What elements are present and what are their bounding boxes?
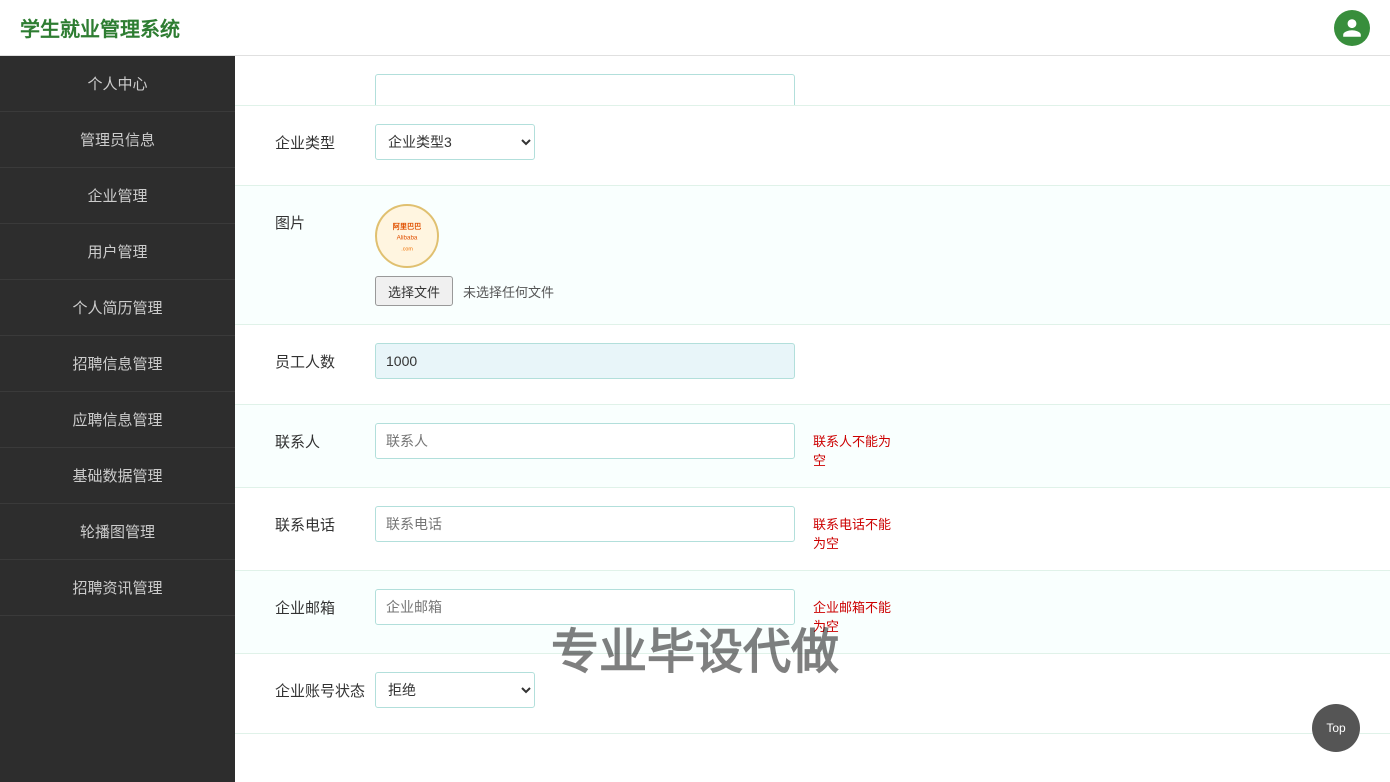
contact-input[interactable] [375,423,795,459]
form-row-partial-top [235,56,1390,106]
form-row-image: 图片 阿里巴巴 Alibaba .com 选择文件 未选择任何 [235,186,1390,325]
svg-text:阿里巴巴: 阿里巴巴 [393,222,422,231]
company-logo: 阿里巴巴 Alibaba .com [375,204,439,268]
partial-top-input[interactable] [375,74,795,106]
account-status-label: 企业账号状态 [275,672,375,701]
sidebar-item-news-management[interactable]: 招聘资讯管理 [0,560,235,616]
layout: 个人中心 管理员信息 企业管理 用户管理 个人简历管理 招聘信息管理 应聘信息管… [0,56,1390,782]
header: 学生就业管理系统 [0,0,1390,56]
file-input-row: 选择文件 未选择任何文件 [375,276,554,306]
svg-text:.com: .com [401,246,413,252]
account-status-select[interactable]: 待审核 通过 拒绝 [375,672,535,708]
sidebar-item-base-data-management[interactable]: 基础数据管理 [0,448,235,504]
form-row-contact: 联系人 联系人不能为空 [235,405,1390,488]
enterprise-type-label: 企业类型 [275,124,375,153]
email-input[interactable] [375,589,795,625]
file-name-text: 未选择任何文件 [463,282,554,301]
sidebar-item-admin-info[interactable]: 管理员信息 [0,112,235,168]
phone-label: 联系电话 [275,506,375,535]
top-button[interactable]: Top [1312,704,1360,752]
employee-count-label: 员工人数 [275,343,375,372]
sidebar-item-enterprise-management[interactable]: 企业管理 [0,168,235,224]
image-label: 图片 [275,204,375,233]
form-row-account-status: 企业账号状态 待审核 通过 拒绝 [235,654,1390,734]
app-title: 学生就业管理系统 [20,13,180,42]
form-row-employee-count: 员工人数 [235,325,1390,405]
sidebar-item-user-management[interactable]: 用户管理 [0,224,235,280]
contact-validation: 联系人不能为空 [813,423,891,469]
alibaba-logo-svg: 阿里巴巴 Alibaba .com [382,211,432,261]
sidebar: 个人中心 管理员信息 企业管理 用户管理 个人简历管理 招聘信息管理 应聘信息管… [0,56,235,782]
sidebar-item-carousel-management[interactable]: 轮播图管理 [0,504,235,560]
sidebar-item-recruit-management[interactable]: 招聘信息管理 [0,336,235,392]
sidebar-item-apply-management[interactable]: 应聘信息管理 [0,392,235,448]
contact-label: 联系人 [275,423,375,452]
sidebar-item-personal-center[interactable]: 个人中心 [0,56,235,112]
phone-validation: 联系电话不能为空 [813,506,891,552]
sidebar-item-resume-management[interactable]: 个人简历管理 [0,280,235,336]
person-icon [1341,17,1363,39]
file-area: 阿里巴巴 Alibaba .com 选择文件 未选择任何文件 [375,204,554,306]
phone-input[interactable] [375,506,795,542]
user-avatar[interactable] [1334,10,1370,46]
email-validation: 企业邮箱不能为空 [813,589,891,635]
email-label: 企业邮箱 [275,589,375,618]
form-row-phone: 联系电话 联系电话不能为空 [235,488,1390,571]
form-row-email: 企业邮箱 企业邮箱不能为空 [235,571,1390,654]
form-row-enterprise-type: 企业类型 企业类型1 企业类型2 企业类型3 企业类型4 [235,106,1390,186]
enterprise-type-select[interactable]: 企业类型1 企业类型2 企业类型3 企业类型4 [375,124,535,160]
choose-file-button[interactable]: 选择文件 [375,276,453,306]
main-content: 企业类型 企业类型1 企业类型2 企业类型3 企业类型4 图片 [235,56,1390,782]
svg-text:Alibaba: Alibaba [397,235,418,242]
employee-count-input[interactable] [375,343,795,379]
